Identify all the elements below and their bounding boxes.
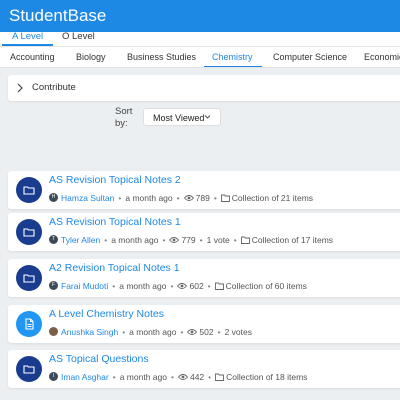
note-time: a month ago bbox=[119, 372, 167, 382]
tab-a-level[interactable]: A Level bbox=[1, 32, 54, 46]
avatar bbox=[49, 327, 58, 337]
avatar: I bbox=[49, 372, 58, 382]
author-link[interactable]: Iman Asghar bbox=[61, 372, 109, 382]
note-meta: F Farai Mudoti • a month ago • 602 • Collection… bbox=[49, 280, 307, 292]
avatar: H bbox=[49, 193, 58, 203]
view-count: 779 bbox=[181, 235, 196, 245]
collection-count: Collection of 21 items bbox=[231, 193, 314, 203]
collection-count: Collection of 60 items bbox=[225, 281, 307, 291]
author-link[interactable]: Tyler Allen bbox=[61, 235, 100, 245]
eye-icon bbox=[183, 194, 194, 201]
note-time: a month ago bbox=[111, 235, 159, 245]
note-time: a month ago bbox=[125, 193, 173, 203]
eye-icon bbox=[169, 236, 180, 243]
view-count: 442 bbox=[189, 372, 205, 382]
note-title[interactable]: A2 Revision Topical Notes 1 bbox=[49, 262, 180, 274]
note-card[interactable]: AS Revision Topical Notes 2 H Hamza Sulta… bbox=[8, 171, 400, 209]
note-time: a month ago bbox=[129, 327, 177, 337]
note-card[interactable]: A2 Revision Topical Notes 1 F Farai Mudot… bbox=[8, 259, 400, 297]
tab-accounting[interactable]: Accounting bbox=[10, 47, 55, 67]
folder-icon bbox=[16, 219, 42, 245]
avatar: T bbox=[49, 235, 58, 245]
view-count: 789 bbox=[195, 193, 210, 203]
note-title[interactable]: A Level Chemistry Notes bbox=[49, 308, 164, 320]
eye-icon bbox=[177, 282, 188, 289]
folder-icon bbox=[16, 177, 42, 203]
note-meta: I Iman Asghar • a month ago • 442 • Collection … bbox=[49, 371, 307, 383]
folder-outline-icon bbox=[240, 236, 250, 244]
note-title[interactable]: AS Topical Questions bbox=[49, 353, 149, 365]
vote-count: 2 votes bbox=[224, 327, 252, 337]
folder-icon bbox=[16, 356, 42, 382]
app-title[interactable]: StudentBase bbox=[9, 6, 106, 26]
subject-tabs: Accounting Biology Business Studies Chem… bbox=[0, 46, 400, 68]
contribute-label: Contribute bbox=[32, 82, 76, 93]
eye-icon bbox=[187, 328, 198, 335]
note-meta: Anushka Singh • a month ago • 502 • 2 votes bbox=[49, 326, 252, 338]
view-count: 502 bbox=[199, 327, 214, 337]
note-meta: H Hamza Sultan • a month ago • 789 • Collection… bbox=[49, 192, 313, 204]
note-card[interactable]: AS Revision Topical Notes 1 T Tyler Allen… bbox=[8, 213, 400, 251]
tab-o-level[interactable]: O Level bbox=[62, 32, 95, 46]
app-bar: StudentBase bbox=[0, 0, 400, 32]
tab-biology[interactable]: Biology bbox=[76, 47, 106, 67]
collection-count: Collection of 18 items bbox=[226, 372, 308, 382]
collection-count: Collection of 17 items bbox=[251, 235, 334, 245]
vote-count: 1 vote bbox=[206, 235, 230, 245]
folder-outline-icon bbox=[215, 373, 225, 381]
note-time: a month ago bbox=[119, 281, 167, 291]
note-title[interactable]: AS Revision Topical Notes 2 bbox=[49, 174, 181, 186]
author-link[interactable]: Farai Mudoti bbox=[61, 281, 108, 291]
chevron-right-icon bbox=[16, 81, 26, 95]
note-meta: T Tyler Allen • a month ago • 779 • 1 vote • Coll… bbox=[49, 234, 333, 246]
folder-outline-icon bbox=[214, 282, 224, 290]
sort-by-label: Sort by: bbox=[115, 106, 133, 129]
author-link[interactable]: Anushka Singh bbox=[61, 327, 118, 337]
note-card[interactable]: A Level Chemistry Notes Anushka Singh • a … bbox=[8, 305, 400, 343]
document-icon bbox=[16, 311, 42, 337]
sort-select[interactable]: Most Viewed bbox=[143, 108, 221, 126]
tab-economics[interactable]: Economic bbox=[364, 47, 400, 67]
view-count: 602 bbox=[189, 281, 204, 291]
note-card[interactable]: AS Topical Questions I Iman Asghar • a mont… bbox=[8, 350, 400, 388]
tab-business-studies[interactable]: Business Studies bbox=[127, 47, 196, 67]
level-tabs: A Level O Level bbox=[0, 32, 400, 46]
note-title[interactable]: AS Revision Topical Notes 1 bbox=[49, 216, 181, 228]
eye-icon bbox=[177, 373, 188, 380]
sort-select-value: Most Viewed bbox=[153, 113, 205, 123]
tab-chemistry[interactable]: Chemistry bbox=[204, 47, 261, 67]
folder-outline-icon bbox=[220, 194, 230, 202]
contribute-panel[interactable]: Contribute bbox=[8, 75, 400, 101]
tab-computer-science[interactable]: Computer Science bbox=[273, 47, 347, 67]
author-link[interactable]: Hamza Sultan bbox=[61, 193, 114, 203]
chevron-down-icon bbox=[204, 109, 211, 131]
folder-icon bbox=[16, 265, 42, 291]
avatar: F bbox=[49, 281, 58, 291]
